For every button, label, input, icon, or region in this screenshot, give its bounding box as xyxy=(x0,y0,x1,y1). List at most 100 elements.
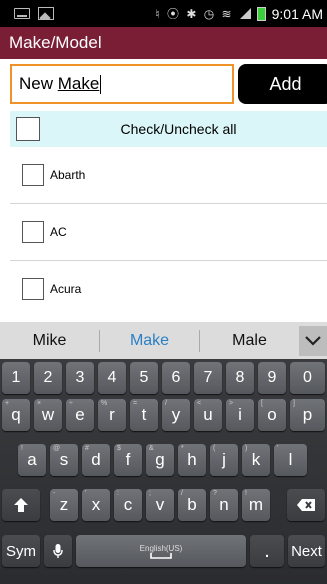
list-item[interactable]: AC xyxy=(10,204,327,261)
key-7[interactable]: 7 xyxy=(194,362,222,394)
key-char: r xyxy=(109,405,115,424)
key-char: y xyxy=(171,405,181,424)
key-a[interactable]: ! a xyxy=(18,444,46,476)
period-key[interactable]: . xyxy=(250,535,284,567)
key-alt-char: / xyxy=(181,490,183,497)
make-label: AC xyxy=(50,225,67,239)
image-notification-icon xyxy=(38,7,54,20)
key-alt-char: + xyxy=(5,400,10,407)
key-2[interactable]: 2 xyxy=(34,362,62,394)
key-char: h xyxy=(187,450,197,469)
space-bar-icon xyxy=(150,552,172,559)
key-5[interactable]: 5 xyxy=(130,362,158,394)
key-w[interactable]: × w xyxy=(34,399,62,431)
list-item[interactable]: Acura xyxy=(10,261,327,317)
key-char: a xyxy=(27,450,37,469)
key-t[interactable]: = t xyxy=(130,399,158,431)
key-m[interactable]: ! m xyxy=(242,489,270,521)
key-r[interactable]: % r xyxy=(98,399,126,431)
key-e[interactable]: ÷ e xyxy=(66,399,94,431)
next-key[interactable]: Next xyxy=(288,535,325,567)
key-char: k xyxy=(251,450,261,469)
key-s[interactable]: @ s xyxy=(50,444,78,476)
new-make-input[interactable]: New Make xyxy=(10,64,234,104)
input-row: New Make Add xyxy=(0,59,327,111)
backspace-key[interactable] xyxy=(287,489,325,521)
page-title: Make/Model xyxy=(9,33,102,52)
key-alt-char: ] xyxy=(293,400,295,407)
key-alt-char: ( xyxy=(213,445,216,452)
key-f[interactable]: $ f xyxy=(114,444,142,476)
key-h[interactable]: * h xyxy=(178,444,206,476)
space-key[interactable]: English(US) xyxy=(76,535,246,567)
key-char: t xyxy=(141,405,147,424)
key-c[interactable]: :c xyxy=(114,489,142,521)
key-alt-char: ' xyxy=(85,490,87,497)
key-char: e xyxy=(75,405,85,424)
check-all-row[interactable]: Check/Uncheck all xyxy=(10,111,327,147)
check-all-checkbox[interactable] xyxy=(16,117,40,141)
key-3[interactable]: 3 xyxy=(66,362,94,394)
key-alt-char: × xyxy=(37,400,42,407)
key-p[interactable]: ] p xyxy=(290,399,325,431)
key-g[interactable]: & g xyxy=(146,444,174,476)
list-item[interactable]: Abarth xyxy=(10,147,327,204)
key-d[interactable]: # d xyxy=(82,444,110,476)
key-alt-char: < xyxy=(197,400,202,407)
key-x[interactable]: ' x xyxy=(82,489,110,521)
sym-key[interactable]: Sym xyxy=(2,535,40,567)
microphone-icon xyxy=(53,544,63,558)
key-u[interactable]: < u xyxy=(194,399,222,431)
key-alt-char: : xyxy=(117,490,119,497)
shift-arrow-icon xyxy=(14,498,28,512)
shift-key[interactable] xyxy=(2,489,40,521)
key-y[interactable]: / y xyxy=(162,399,190,431)
key-alt-char: ! xyxy=(245,490,247,497)
key-o[interactable]: [o xyxy=(258,399,286,431)
key-alt-char: - xyxy=(53,490,56,497)
key-l[interactable]: ' l xyxy=(274,444,307,476)
key-char: f xyxy=(125,450,131,469)
key-q[interactable]: + q xyxy=(2,399,30,431)
add-button[interactable]: Add xyxy=(238,64,327,104)
key-z[interactable]: -z xyxy=(50,489,78,521)
make-checkbox[interactable] xyxy=(22,164,44,186)
suggestion-item[interactable]: Male xyxy=(200,332,299,350)
key-j[interactable]: (j xyxy=(210,444,238,476)
key-4[interactable]: 4 xyxy=(98,362,126,394)
suggestion-item-selected[interactable]: Make xyxy=(100,332,199,350)
key-alt-char: ÷ xyxy=(69,400,73,407)
suggestion-item[interactable]: Mike xyxy=(0,332,99,350)
key-alt-char: % xyxy=(101,400,108,407)
key-9[interactable]: 9 xyxy=(258,362,286,394)
key-alt-char: > xyxy=(229,400,234,407)
key-6[interactable]: 6 xyxy=(162,362,190,394)
expand-suggestions-button[interactable] xyxy=(299,325,327,356)
key-alt-char: / xyxy=(165,400,167,407)
key-alt-char: ; xyxy=(149,490,151,497)
letter-row-2: ! a @ s # d $ f & g * h (j ) k ' l xyxy=(0,444,327,480)
key-v[interactable]: ; v xyxy=(146,489,174,521)
list-gutter xyxy=(0,111,10,317)
title-bar: Make/Model xyxy=(0,27,327,59)
key-char: p xyxy=(302,405,313,424)
key-n[interactable]: ? n xyxy=(210,489,238,521)
key-char: z xyxy=(59,495,69,514)
key-char: w xyxy=(41,405,55,424)
key-i[interactable]: > i xyxy=(226,399,254,431)
voice-input-key[interactable] xyxy=(44,535,72,567)
key-b[interactable]: / b xyxy=(178,489,206,521)
key-alt-char: ) xyxy=(245,445,248,452)
key-1[interactable]: 1 xyxy=(2,362,30,394)
key-alt-char: ' xyxy=(277,445,279,452)
app-screen: ♮ ⦿ ✱ ◷ ≋ 9:01 AM Make/Model New Make Ad… xyxy=(0,0,327,584)
key-0[interactable]: 0 xyxy=(290,362,325,394)
key-char: o xyxy=(267,405,277,424)
key-alt-char: @ xyxy=(53,445,61,452)
make-checkbox[interactable] xyxy=(22,278,44,300)
make-checkbox[interactable] xyxy=(22,221,44,243)
key-8[interactable]: 8 xyxy=(226,362,254,394)
keyboard-notification-icon xyxy=(14,8,30,19)
key-k[interactable]: ) k xyxy=(242,444,270,476)
key-char: d xyxy=(91,450,101,469)
